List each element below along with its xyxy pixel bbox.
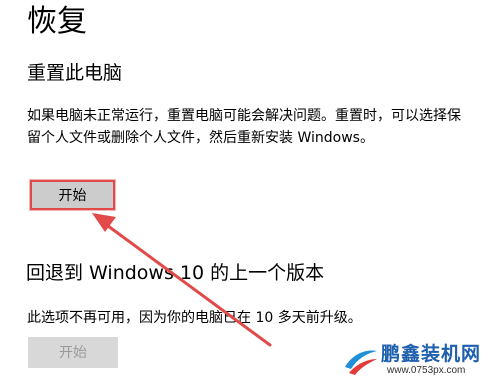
- swoosh-logo-icon: [345, 350, 377, 375]
- reset-start-button[interactable]: 开始: [30, 180, 115, 210]
- go-back-start-button: 开始: [28, 337, 118, 368]
- go-back-heading: 回退到 Windows 10 的上一个版本: [26, 262, 325, 284]
- watermark-url: www.0753px.com: [387, 365, 466, 376]
- watermark-brand: 鹏鑫装机网: [381, 343, 482, 365]
- reset-pc-heading: 重置此电脑: [27, 62, 123, 84]
- go-back-description: 此选项不再可用，因为你的电脑已在 10 多天前升级。: [27, 310, 362, 326]
- page-title: 恢复: [27, 4, 87, 39]
- reset-pc-description: 如果电脑未正常运行，重置电脑可能会解决问题。重置时，可以选择保留个人文件或删除个…: [27, 108, 461, 146]
- watermark: 鹏鑫装机网 www.0753px.com: [343, 343, 493, 379]
